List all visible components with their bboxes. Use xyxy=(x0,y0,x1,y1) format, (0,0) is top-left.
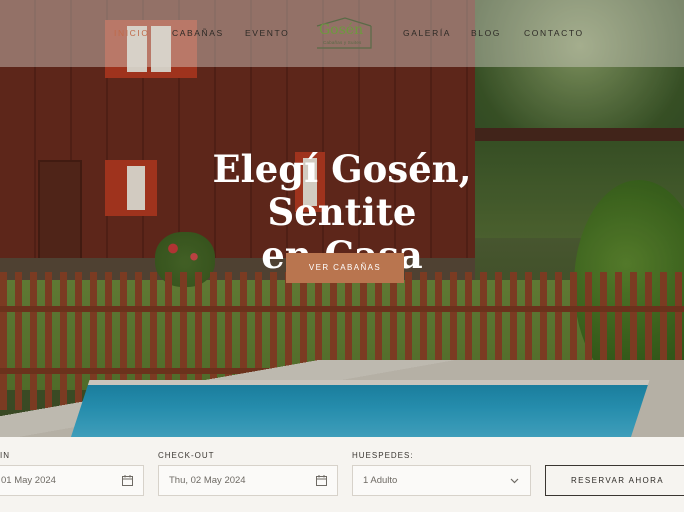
guests-label: HUESPEDES: xyxy=(352,451,414,460)
guests-value: 1 Adulto xyxy=(363,475,398,486)
calendar-icon[interactable] xyxy=(122,475,133,486)
top-navigation: INICIO CABAÑAS EVENTO Gosén Cabañas y Su… xyxy=(0,0,684,67)
reservar-ahora-button[interactable]: RESERVAR AHORA xyxy=(545,465,684,496)
nav-item-contacto[interactable]: CONTACTO xyxy=(524,28,584,38)
nav-item-blog[interactable]: BLOG xyxy=(471,28,501,38)
checkout-label: CHECK-OUT xyxy=(158,451,215,460)
nav-item-cabanas[interactable]: CABAÑAS xyxy=(172,28,224,38)
guests-select[interactable]: 1 Adulto xyxy=(352,465,531,496)
site-logo[interactable]: Gosén Cabañas y Suites xyxy=(315,16,373,50)
nav-item-inicio[interactable]: INICIO xyxy=(114,28,150,38)
nav-item-evento[interactable]: EVENTO xyxy=(245,28,289,38)
hero-title-line-1: Elegí Gosén, Sentite xyxy=(212,147,472,234)
checkout-date-value: Thu, 02 May 2024 xyxy=(169,475,246,486)
checkin-date-field[interactable]: 01 May 2024 xyxy=(0,465,144,496)
nav-item-galeria[interactable]: GALERÍA xyxy=(403,28,451,38)
calendar-icon[interactable] xyxy=(316,475,327,486)
booking-bar: IN 01 May 2024 CHECK-OUT Thu, 02 May 202… xyxy=(0,437,684,512)
checkin-date-value: 01 May 2024 xyxy=(1,475,56,486)
logo-subtitle: Cabañas y Suites xyxy=(323,40,362,45)
checkout-date-field[interactable]: Thu, 02 May 2024 xyxy=(158,465,338,496)
ver-cabanas-button[interactable]: VER CABAÑAS xyxy=(286,253,404,283)
checkin-label: IN xyxy=(0,451,10,460)
chevron-down-icon xyxy=(510,478,519,484)
logo-wordmark: Gosén xyxy=(319,22,364,38)
